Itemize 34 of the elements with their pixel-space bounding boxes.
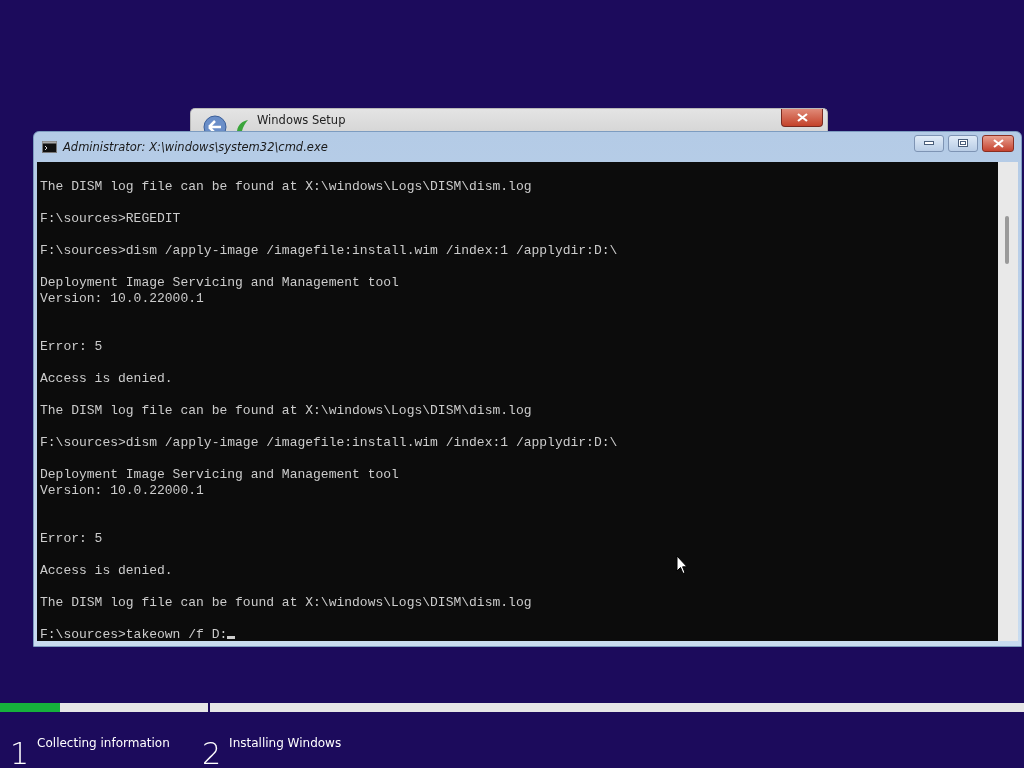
window-title: Administrator: X:\windows\system32\cmd.exe [63,140,328,154]
console-line: F:\sources>dism /apply-image /imagefile:install.wim /index:1 /applydir:D:\ [40,243,618,258]
console-line: Access is denied. [40,563,173,578]
close-icon [992,138,1004,148]
window-title: Windows Setup [257,114,346,127]
close-button[interactable] [781,109,823,127]
console-line: The DISM log file can be found at X:\windows\Logs\DISM\dism.log [40,595,532,610]
console-line: Error: 5 [40,531,103,546]
minimize-button[interactable] [914,134,944,152]
console-line: F:\sources>takeown /f D: [40,627,228,641]
close-button[interactable] [982,134,1014,152]
console-line: Version: 10.0.22000.1 [40,483,204,498]
console-line: Deployment Image Servicing and Management tool [40,467,399,482]
console-line: Deployment Image Servicing and Management tool [40,275,399,290]
minimize-icon [924,141,934,145]
step-number: 2 [202,737,222,768]
step-label: Collecting information [37,736,170,750]
step-label: Installing Windows [229,736,342,750]
close-icon [796,113,808,122]
maximize-icon [958,139,968,147]
console-line: Error: 5 [40,339,103,354]
console-line: The DISM log file can be found at X:\windows\Logs\DISM\dism.log [40,403,532,418]
scrollbar-thumb[interactable] [1005,216,1009,264]
console-line: F:\sources>dism /apply-image /imagefile:install.wim /index:1 /applydir:D:\ [40,435,618,450]
maximize-button[interactable] [948,134,978,152]
console-line: The DISM log file can be found at X:\windows\Logs\DISM\dism.log [40,179,532,194]
mouse-pointer-icon [676,555,688,575]
setup-icon [235,118,249,132]
console-line: Access is denied. [40,371,173,386]
step-number: 1 [10,737,30,768]
console-line: F:\sources>REGEDIT [40,211,181,226]
scrollbar[interactable] [998,162,1018,641]
console-icon [42,141,57,153]
console-line: Version: 10.0.22000.1 [40,291,204,306]
